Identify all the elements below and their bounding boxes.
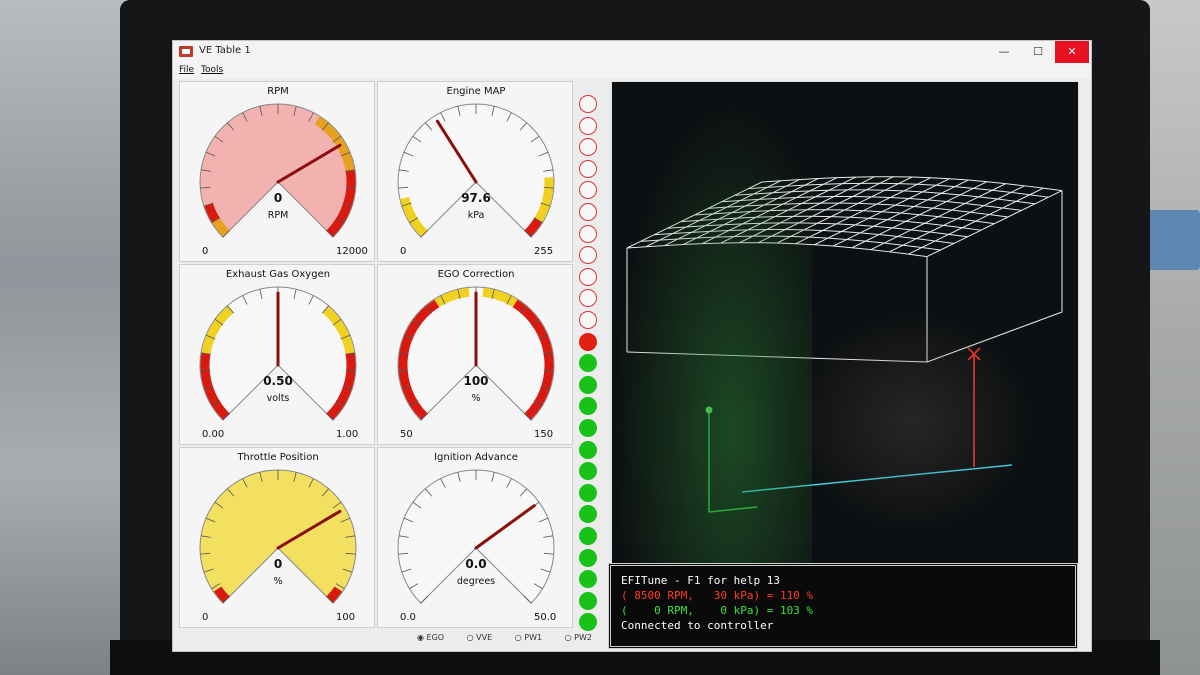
app-icon: [179, 46, 193, 57]
status-lamp-green: [579, 483, 597, 502]
status-lamp-green: [579, 570, 597, 589]
close-button[interactable]: ✕: [1055, 41, 1089, 63]
gauge-value: 100: [463, 374, 488, 388]
gauge-min-label: 0: [400, 246, 406, 257]
app-window: VE Table 1 — ☐ ✕ File Tools RPM 0 RPM 0 1200…: [172, 40, 1092, 652]
console-line-1: ( 8500 RPM, 30 kPa) = 110 %: [621, 589, 814, 602]
gauge-value: 97.6: [461, 191, 491, 205]
gauge-dial: Engine MAP 97.6 kPa 0 255: [397, 86, 555, 257]
status-lamp-green: [579, 527, 597, 545]
gauge-ignition-advance: Ignition Advance 0.0 degrees 0.0 50.0: [377, 447, 573, 628]
gauge-unit: volts: [267, 393, 290, 404]
status-lamp-green: [579, 397, 597, 416]
radio-vve[interactable]: ○ VVE: [467, 633, 503, 642]
status-lamp-green: [579, 440, 597, 459]
gauge-value: 0: [274, 557, 282, 571]
status-lamp-off: [579, 116, 597, 135]
radio-pw1[interactable]: ○ PW1: [515, 633, 552, 642]
gauge-title: Throttle Position: [236, 452, 318, 463]
gauge-min-label: 0: [202, 246, 208, 257]
console-line-2: ( 0 RPM, 0 kPa) = 103 %: [621, 604, 814, 617]
screen-reflection: [792, 312, 1032, 532]
window-title: VE Table 1: [199, 45, 251, 56]
gauge-max-label: 150: [534, 429, 553, 440]
gauge-ego-correction: EGO Correction 100% 50 150: [377, 264, 573, 445]
status-lamp-off: [579, 311, 597, 329]
gauge-title: Exhaust Gas Oxygen: [226, 269, 330, 280]
status-lamp-red: [579, 332, 597, 351]
screen-reflection: [612, 102, 812, 572]
status-lamp-green: [579, 354, 597, 373]
ve-table-3d-view[interactable]: [611, 81, 1079, 572]
status-lamp-off: [579, 267, 597, 286]
gauge-unit: %: [273, 576, 282, 587]
gauge-unit: kPa: [468, 210, 485, 221]
title-bar: VE Table 1 — ☐ ✕: [173, 41, 1091, 63]
gauge-title: EGO Correction: [438, 269, 515, 280]
status-lamp-off: [579, 138, 597, 157]
gauge-max-label: 1.00: [336, 429, 358, 440]
gauge-title: Engine MAP: [447, 86, 506, 97]
gauge-panel: RPM 0 RPM 0 12000 Engine MAP 97.6 kPa 0 255 Exha…: [179, 81, 576, 641]
gauge-min-label: 0: [202, 612, 208, 623]
status-lamp-off: [579, 95, 597, 113]
gauge-dial: RPM 0 RPM 0 12000: [199, 86, 368, 257]
maximize-button[interactable]: ☐: [1021, 41, 1055, 63]
status-lamp-off: [579, 203, 597, 221]
gauge-engine-map: Engine MAP 97.6 kPa 0 255: [377, 81, 573, 262]
background-left: [0, 0, 140, 675]
gauge-min-label: 0.00: [202, 429, 224, 440]
gauge-unit: %: [471, 393, 480, 404]
gauge-max-label: 12000: [336, 246, 368, 257]
gauge-exhaust-gas-oxygen: Exhaust Gas Oxygen 0.50 volts 0.00 1.00: [179, 264, 375, 445]
status-lamp-green: [579, 613, 597, 632]
console-status: Connected to controller: [621, 619, 774, 632]
gauge-max-label: 100: [336, 612, 355, 623]
gauge-dial: Ignition Advance 0.0 degrees 0.0 50.0: [397, 452, 556, 623]
status-lamp-off: [579, 181, 597, 200]
gauge-dial: Exhaust Gas Oxygen 0.50 volts 0.00 1.00: [199, 269, 358, 440]
gauge-throttle-position: Throttle Position 0% 0 100: [179, 447, 375, 628]
status-lamp-green: [579, 505, 597, 524]
console-panel: EFITune - F1 for help 13 ( 8500 RPM, 30 …: [608, 563, 1078, 649]
status-lamp-off: [579, 224, 597, 243]
console-header: EFITune - F1 for help 13: [621, 574, 780, 587]
gauge-value: 0: [274, 191, 282, 205]
gauge-min-label: 0.0: [400, 612, 416, 623]
gauge-max-label: 255: [534, 246, 553, 257]
gauge-dial: EGO Correction 100% 50 150: [397, 269, 555, 440]
gauge-title: RPM: [267, 86, 289, 97]
radio-ego[interactable]: ◉ EGO: [417, 633, 454, 642]
status-lamp-green: [579, 419, 597, 437]
status-lamps: [577, 95, 601, 635]
status-lamp-green: [579, 462, 597, 481]
menu-tools[interactable]: Tools: [201, 65, 223, 75]
gauge-max-label: 50.0: [534, 612, 556, 623]
gauge-value: 0.50: [263, 374, 293, 388]
gauge-rpm: RPM 0 RPM 0 12000: [179, 81, 375, 262]
gauge-unit: RPM: [268, 210, 289, 221]
gauge-title: Ignition Advance: [434, 452, 518, 463]
gauge-dial: Throttle Position 0% 0 100: [199, 452, 357, 623]
menu-file[interactable]: File: [179, 65, 194, 75]
status-lamp-green: [579, 591, 597, 610]
minimize-button[interactable]: —: [987, 41, 1021, 63]
gauge-unit: degrees: [457, 576, 495, 587]
menu-bar: File Tools: [173, 63, 1091, 79]
status-lamp-off: [579, 246, 597, 265]
status-lamp-green: [579, 375, 597, 394]
gauge-min-label: 50: [400, 429, 413, 440]
gauge-value: 0.0: [465, 557, 486, 571]
status-lamp-off: [579, 289, 597, 308]
status-lamp-green: [579, 548, 597, 567]
status-lamp-off: [579, 159, 597, 178]
